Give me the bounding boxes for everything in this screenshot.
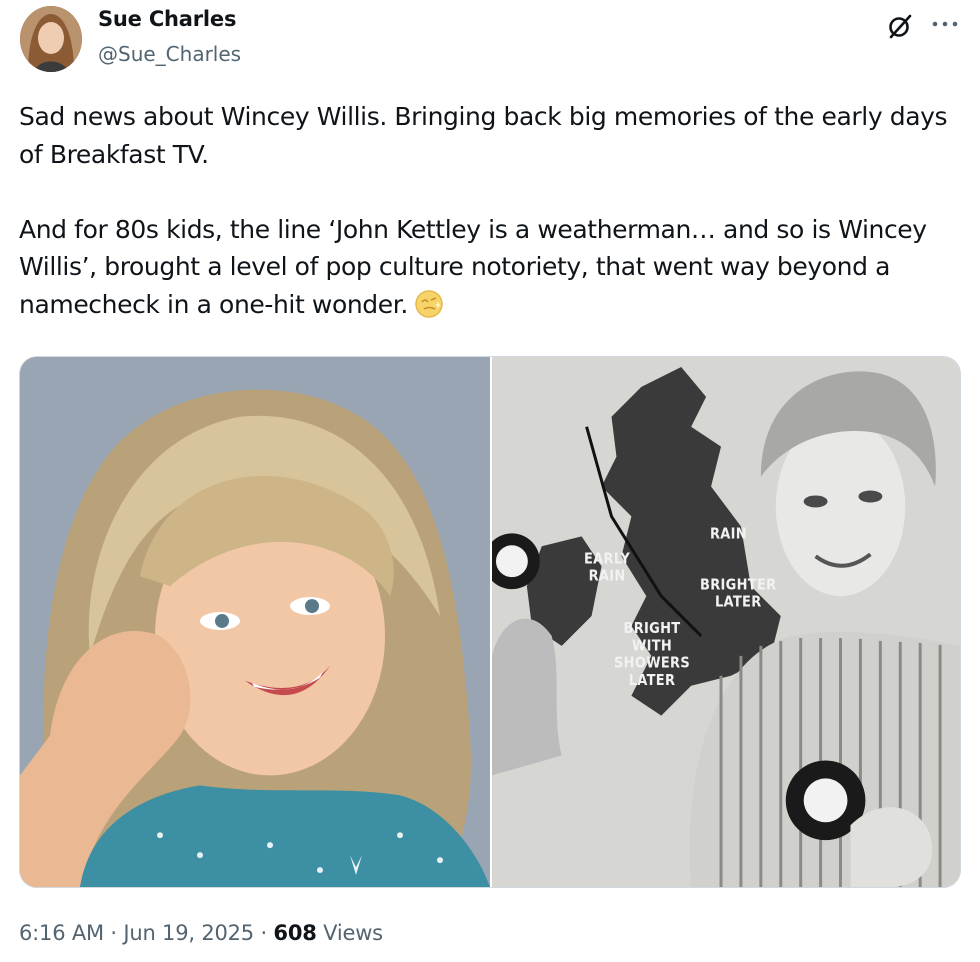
- avatar[interactable]: [20, 6, 82, 72]
- photo-portrait-colour[interactable]: [20, 357, 490, 887]
- post-paragraph-1: Sad news about Wincey Willis. Bringing b…: [19, 102, 955, 169]
- post-paragraph-2: And for 80s kids, the line ‘John Kettley…: [19, 214, 935, 319]
- post-meta: 6:16 AM · Jun 19, 2025 · 608 Views: [19, 921, 383, 945]
- post-date[interactable]: Jun 19, 2025: [123, 921, 254, 945]
- media-grid: EARLY RAIN RAIN BRIGHTER LATER BRIGHT WI…: [19, 356, 961, 888]
- views-label: Views: [316, 921, 383, 945]
- portrait-illustration: [20, 357, 490, 887]
- tweet: Sue Charles @Sue_Charles Sad news about …: [0, 0, 980, 962]
- more-options-icon[interactable]: [930, 10, 960, 38]
- views-count: 608: [273, 921, 317, 945]
- map-label-rain: RAIN: [710, 525, 747, 544]
- weather-map-illustration: [492, 357, 960, 887]
- map-label-brighter-later: BRIGHTER LATER: [700, 576, 777, 612]
- map-label-early-rain: EARLY RAIN: [584, 550, 631, 586]
- author-display-name[interactable]: Sue Charles: [98, 7, 236, 31]
- photo-weather-map-bw[interactable]: EARLY RAIN RAIN BRIGHTER LATER BRIGHT WI…: [492, 357, 960, 887]
- post-time[interactable]: 6:16 AM: [19, 921, 104, 945]
- avatar-photo: [20, 6, 82, 72]
- meta-separator-2: ·: [253, 921, 274, 945]
- meta-separator: ·: [103, 921, 124, 945]
- post-text: Sad news about Wincey Willis. Bringing b…: [19, 98, 964, 323]
- thinking-sparkle-emoji: [414, 289, 444, 319]
- author-handle[interactable]: @Sue_Charles: [98, 42, 241, 66]
- grok-icon[interactable]: [886, 12, 914, 40]
- map-label-bright-with-showers: BRIGHT WITH SHOWERS LATER: [614, 620, 690, 690]
